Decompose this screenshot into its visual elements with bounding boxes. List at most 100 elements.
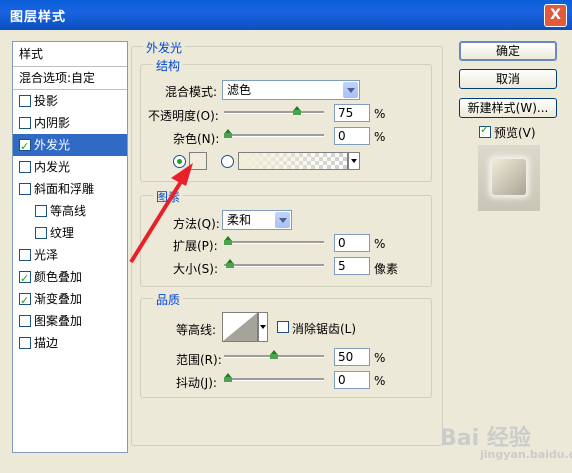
opacity-field[interactable]: 75 bbox=[334, 104, 370, 122]
antialias-checkbox[interactable] bbox=[277, 321, 289, 333]
blend-mode-label: 混合模式: bbox=[165, 85, 218, 99]
title-bar: 图层样式 X bbox=[0, 0, 572, 30]
quality-title: 品质 bbox=[153, 291, 184, 308]
style-list-item-label: 图案叠加 bbox=[34, 314, 83, 328]
opacity-label: 不透明度(O): bbox=[148, 109, 219, 123]
style-list-header[interactable]: 样式 bbox=[13, 42, 127, 67]
color-radio[interactable] bbox=[173, 155, 186, 168]
preview-checkbox[interactable] bbox=[479, 123, 491, 138]
style-checkbox[interactable] bbox=[19, 116, 31, 129]
spread-field[interactable]: 0 bbox=[334, 234, 370, 252]
glow-gradient-picker[interactable] bbox=[238, 152, 348, 170]
elements-title: 图素 bbox=[153, 188, 184, 205]
style-list-item-label: 内阴影 bbox=[34, 116, 71, 130]
slider-thumb[interactable] bbox=[293, 106, 301, 115]
watermark-logo: Bai 经验 jingyan.baidu.com bbox=[440, 420, 572, 461]
style-list-item-label: 斜面和浮雕 bbox=[34, 182, 95, 196]
jitter-unit: % bbox=[374, 374, 386, 388]
style-checkbox[interactable] bbox=[19, 182, 31, 195]
style-checkbox[interactable] bbox=[19, 314, 31, 327]
style-list-item-label: 渐变叠加 bbox=[34, 292, 83, 306]
style-checkbox[interactable] bbox=[19, 94, 31, 107]
contour-label: 等高线: bbox=[176, 323, 217, 337]
glow-color-swatch[interactable] bbox=[189, 152, 207, 170]
watermark-url: jingyan.baidu.com bbox=[480, 448, 572, 461]
technique-select[interactable]: 柔和 bbox=[222, 210, 292, 230]
style-list-item[interactable]: 斜面和浮雕 bbox=[13, 178, 127, 200]
blend-mode-value: 滤色 bbox=[227, 83, 252, 97]
style-list-item[interactable]: 光泽 bbox=[13, 244, 127, 266]
new-style-button[interactable]: 新建样式(W)... bbox=[459, 98, 557, 118]
slider-thumb[interactable] bbox=[225, 259, 234, 268]
style-list-item-label: 纹理 bbox=[50, 226, 75, 240]
blend-options-item[interactable]: 混合选项:自定 bbox=[13, 67, 127, 90]
spread-unit: % bbox=[374, 237, 386, 251]
technique-value: 柔和 bbox=[227, 213, 252, 227]
style-list-item-label: 描边 bbox=[34, 336, 59, 350]
style-list-item-label: 外发光 bbox=[34, 138, 71, 152]
style-checkbox[interactable] bbox=[19, 248, 31, 261]
style-list-item[interactable]: 颜色叠加 bbox=[13, 266, 127, 290]
chevron-down-icon[interactable] bbox=[275, 212, 290, 228]
jitter-field[interactable]: 0 bbox=[334, 371, 370, 389]
style-checkbox[interactable] bbox=[19, 336, 31, 349]
size-field[interactable]: 5 bbox=[334, 257, 370, 275]
style-checkbox[interactable] bbox=[19, 160, 31, 173]
style-list-item[interactable]: 外发光 bbox=[13, 134, 127, 158]
spread-slider[interactable] bbox=[224, 241, 324, 244]
noise-unit: % bbox=[374, 130, 386, 144]
style-list-item[interactable]: 描边 bbox=[13, 332, 127, 354]
ok-button[interactable]: 确定 bbox=[459, 41, 557, 61]
style-list-item-label: 光泽 bbox=[34, 248, 59, 262]
style-list-item[interactable]: 渐变叠加 bbox=[13, 288, 127, 312]
slider-thumb[interactable] bbox=[270, 350, 278, 359]
gradient-dropdown-button[interactable] bbox=[348, 152, 360, 170]
preview-label[interactable]: 预览(V) bbox=[494, 124, 536, 141]
style-list-item[interactable]: 等高线 bbox=[13, 200, 127, 222]
antialias-label[interactable]: 消除锯齿(L) bbox=[292, 320, 356, 337]
contour-curve-icon bbox=[223, 313, 257, 341]
style-checkbox[interactable] bbox=[35, 226, 47, 239]
style-list-item-label: 投影 bbox=[34, 94, 59, 108]
style-list: 样式 混合选项:自定 投影内阴影外发光内发光斜面和浮雕等高线纹理光泽颜色叠加渐变… bbox=[12, 41, 128, 453]
close-button[interactable]: X bbox=[544, 4, 567, 27]
slider-thumb[interactable] bbox=[224, 129, 232, 138]
style-list-item-label: 等高线 bbox=[50, 204, 87, 218]
noise-field[interactable]: 0 bbox=[334, 127, 370, 145]
contour-dropdown-button[interactable] bbox=[258, 312, 268, 342]
style-checkbox[interactable] bbox=[19, 268, 31, 290]
style-list-item[interactable]: 纹理 bbox=[13, 222, 127, 244]
opacity-slider[interactable] bbox=[224, 111, 324, 114]
range-unit: % bbox=[374, 351, 386, 365]
style-list-item[interactable]: 内阴影 bbox=[13, 112, 127, 134]
jitter-label: 抖动(J): bbox=[176, 376, 217, 390]
cancel-button[interactable]: 取消 bbox=[459, 69, 557, 89]
chevron-down-icon[interactable] bbox=[343, 82, 358, 98]
size-label: 大小(S): bbox=[173, 262, 219, 276]
contour-picker[interactable] bbox=[222, 312, 258, 342]
spread-label: 扩展(P): bbox=[173, 239, 218, 253]
noise-slider[interactable] bbox=[224, 134, 324, 137]
style-list-item-label: 颜色叠加 bbox=[34, 270, 83, 284]
blend-mode-select[interactable]: 滤色 bbox=[222, 80, 360, 100]
style-list-item[interactable]: 投影 bbox=[13, 90, 127, 112]
jitter-slider[interactable] bbox=[224, 378, 324, 381]
style-list-item[interactable]: 内发光 bbox=[13, 156, 127, 178]
window-title: 图层样式 bbox=[10, 10, 67, 25]
slider-thumb[interactable] bbox=[224, 373, 232, 382]
preview-swatch bbox=[492, 159, 526, 195]
range-field[interactable]: 50 bbox=[334, 348, 370, 366]
style-checkbox[interactable] bbox=[19, 290, 31, 312]
range-label: 范围(R): bbox=[176, 353, 222, 367]
structure-title: 结构 bbox=[153, 57, 184, 74]
size-unit: 像素 bbox=[374, 262, 399, 276]
slider-thumb[interactable] bbox=[224, 236, 232, 245]
style-checkbox[interactable] bbox=[35, 204, 47, 217]
style-list-item-label: 内发光 bbox=[34, 160, 71, 174]
size-slider[interactable] bbox=[224, 264, 324, 267]
style-checkbox[interactable] bbox=[19, 136, 31, 158]
style-list-item[interactable]: 图案叠加 bbox=[13, 310, 127, 332]
gradient-radio[interactable] bbox=[221, 155, 234, 168]
style-preview bbox=[478, 145, 540, 211]
noise-label: 杂色(N): bbox=[173, 132, 220, 146]
